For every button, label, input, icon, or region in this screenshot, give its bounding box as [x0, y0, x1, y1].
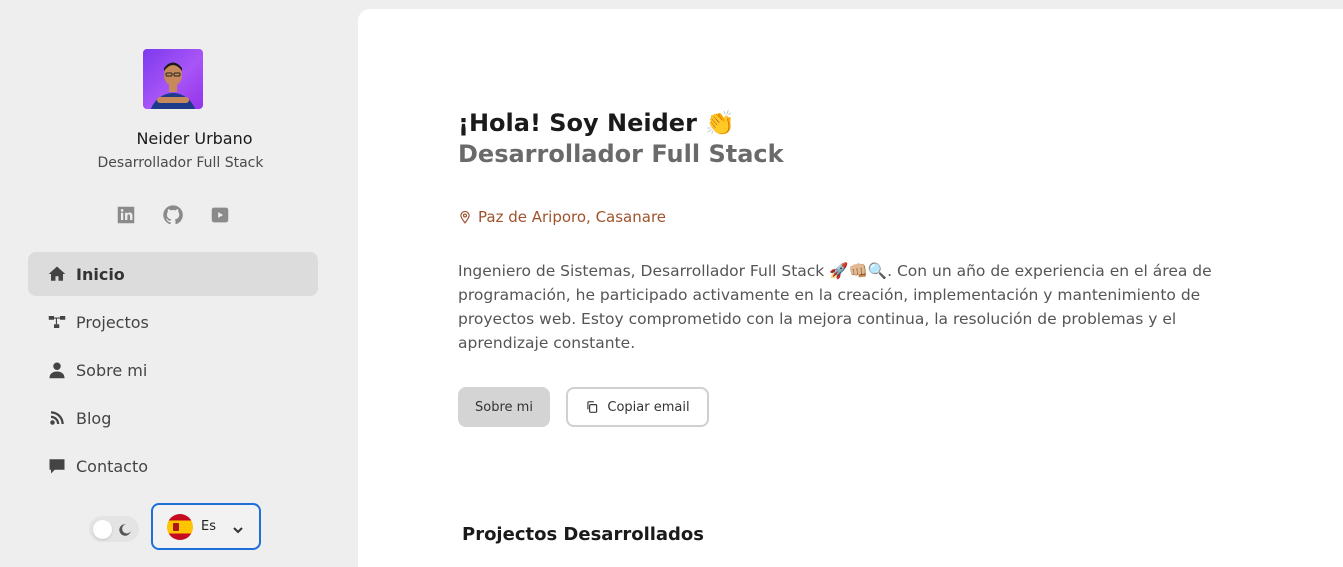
- home-icon: [47, 265, 67, 283]
- social-links: [114, 203, 255, 227]
- profile-role: Desarrollador Full Stack: [97, 155, 264, 171]
- language-select[interactable]: Es: [151, 503, 261, 550]
- nav-item-label: Projectos: [76, 312, 149, 332]
- chat-icon: [47, 457, 67, 475]
- copy-email-button[interactable]: Copiar email: [566, 387, 709, 427]
- nav-item-label: Blog: [76, 408, 112, 428]
- nav-item-sobre-mi[interactable]: Sobre mi: [28, 348, 318, 392]
- profile-name: Neider Urbano: [136, 129, 253, 148]
- language-label: Es: [201, 519, 216, 534]
- github-link[interactable]: [161, 203, 185, 227]
- toggle-knob: [93, 520, 112, 539]
- location-text: Paz de Ariporo, Casanare: [478, 208, 667, 226]
- moon-icon: [118, 522, 132, 536]
- app-root: Neider Urbano Desarrollador Full Stack I…: [0, 0, 1343, 567]
- nav-item-projectos[interactable]: Projectos: [28, 300, 318, 344]
- chevron-down-icon: [232, 521, 244, 533]
- map-pin-icon: [460, 210, 470, 224]
- nav-item-blog[interactable]: Blog: [28, 396, 318, 440]
- theme-toggle[interactable]: [89, 516, 139, 542]
- linkedin-icon: [117, 206, 135, 224]
- nav-item-contacto[interactable]: Contacto: [28, 444, 318, 488]
- nav-item-label: Inicio: [76, 264, 125, 284]
- main-nav: Inicio Projectos Sobre mi Blog Contacto: [28, 252, 318, 492]
- projects-icon: [47, 313, 67, 331]
- github-icon: [163, 205, 183, 225]
- projects-section-title: Projectos Desarrollados: [462, 524, 705, 545]
- youtube-icon: [211, 207, 229, 223]
- sidebar: Neider Urbano Desarrollador Full Stack I…: [0, 0, 357, 567]
- main-content: ¡Hola! Soy Neider 👏 Desarrollador Full S…: [358, 9, 1343, 567]
- blog-icon: [47, 409, 67, 427]
- nav-item-inicio[interactable]: Inicio: [28, 252, 318, 296]
- avatar-portrait: [150, 62, 196, 109]
- youtube-link[interactable]: [208, 203, 232, 227]
- nav-item-label: Sobre mi: [76, 360, 148, 380]
- nav-item-label: Contacto: [76, 456, 149, 476]
- bio-text: Ingeniero de Sistemas, Desarrollador Ful…: [458, 262, 1212, 352]
- hero-greeting: ¡Hola! Soy Neider 👏: [458, 109, 736, 137]
- user-icon: [47, 361, 67, 379]
- location: Paz de Ariporo, Casanare: [458, 208, 666, 226]
- about-me-button[interactable]: Sobre mi: [458, 387, 550, 427]
- copy-icon: [587, 401, 598, 413]
- avatar: [143, 49, 203, 109]
- copy-email-label: Copiar email: [607, 399, 690, 415]
- linkedin-link[interactable]: [114, 203, 138, 227]
- spain-flag-icon: [167, 513, 193, 540]
- hero-subtitle: Desarrollador Full Stack: [458, 140, 784, 168]
